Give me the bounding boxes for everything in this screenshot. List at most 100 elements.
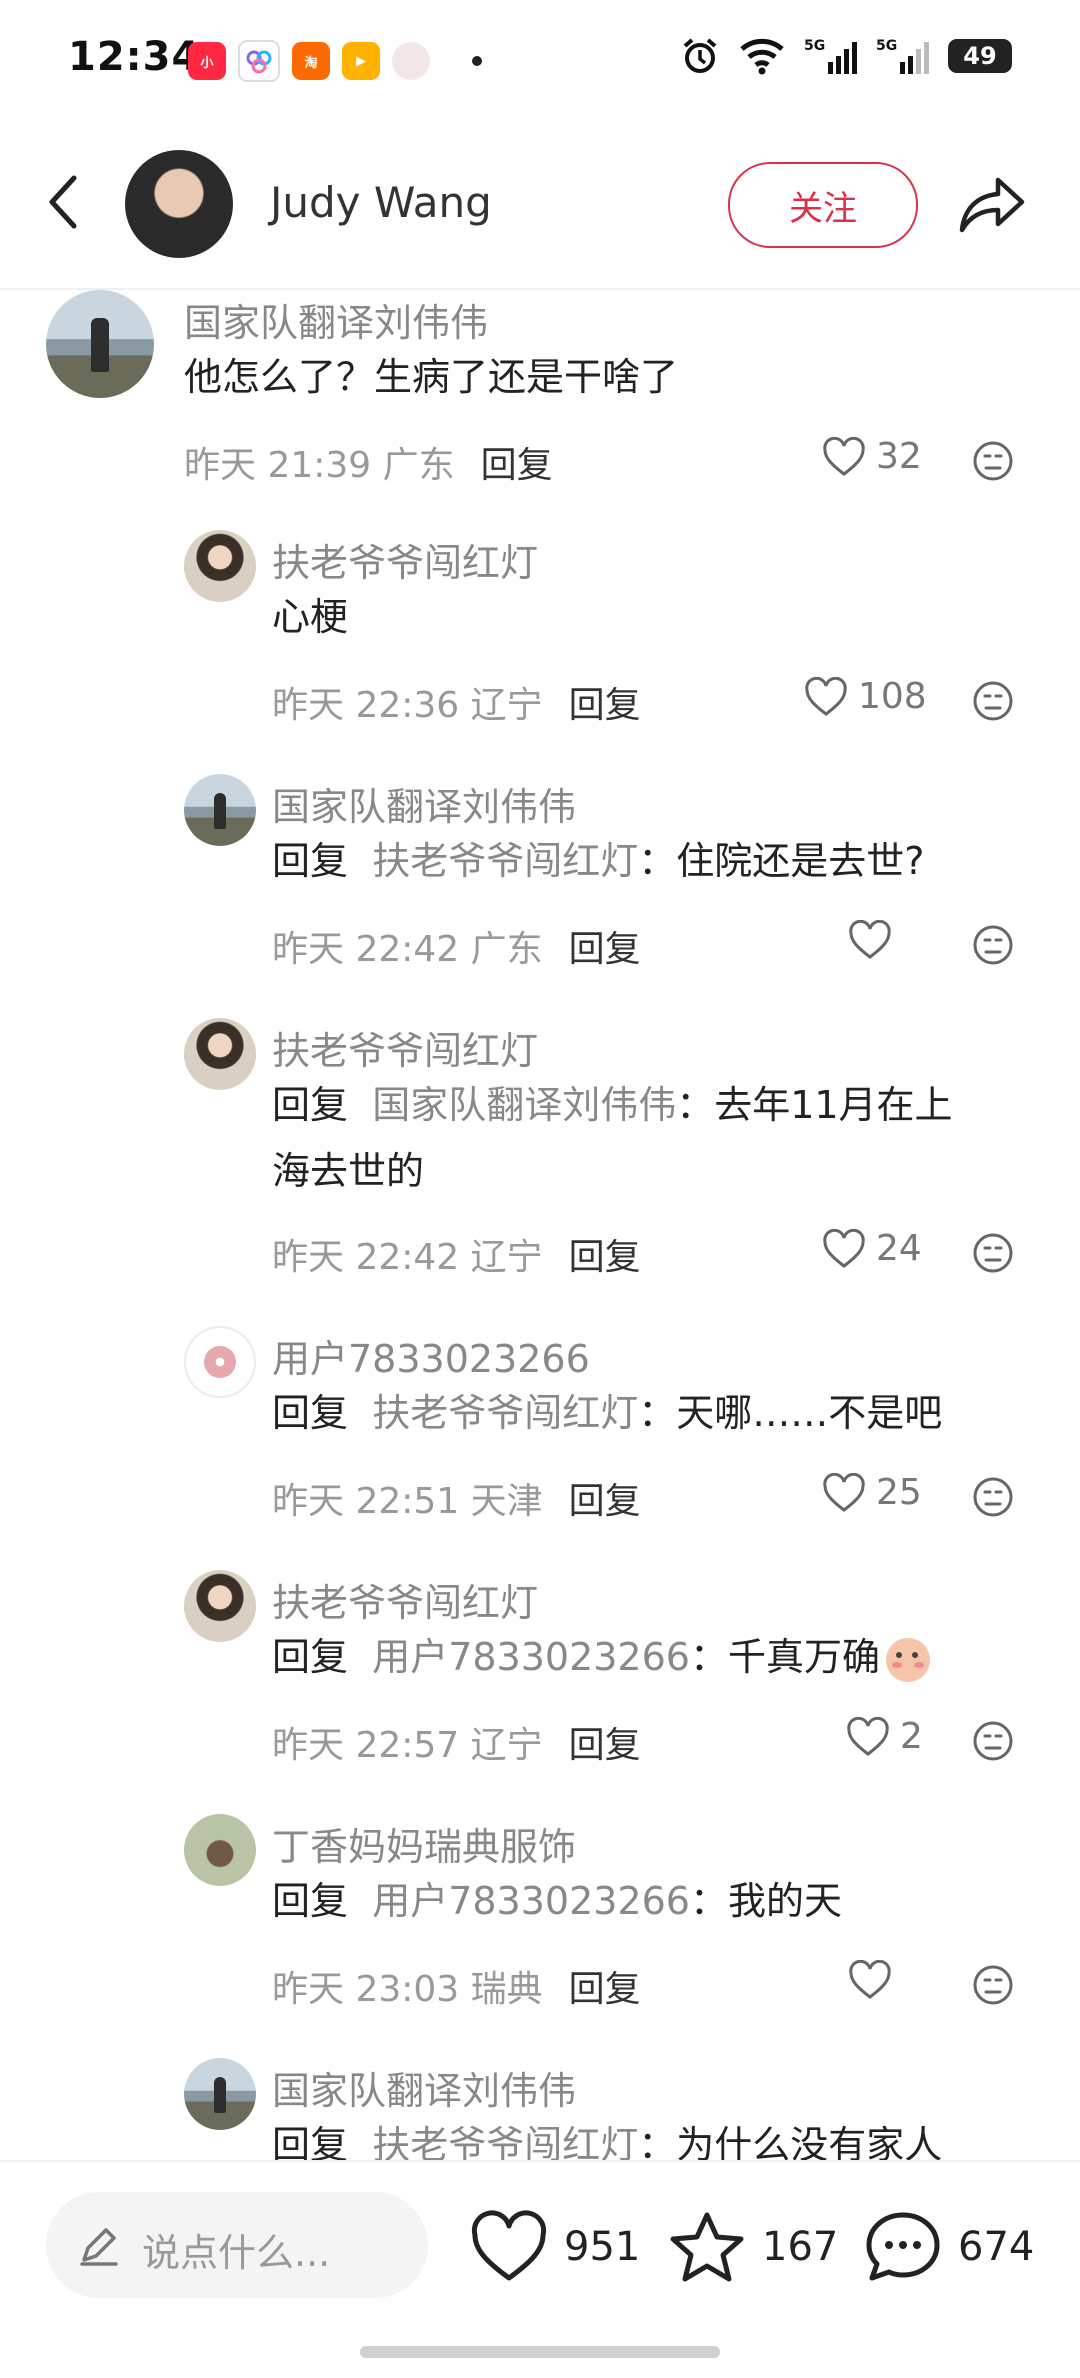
author-name[interactable]: Judy Wang [270,178,492,227]
heart-icon [849,920,891,959]
like-button[interactable]: 32 [822,436,922,477]
comment-text[interactable]: 回复 扶老爷爷闯红灯：住院还是去世? [272,828,924,894]
commenter-avatar[interactable] [184,1570,256,1642]
follow-button[interactable]: 关注 [728,162,918,248]
reply-target[interactable]: 扶老爷爷闯红灯 [372,1391,638,1435]
collect-button[interactable]: 167 [668,2210,838,2284]
comment-text[interactable]: 回复 用户7833023266：千真万确 [272,1624,930,1690]
comment-location: 辽宁 [470,685,543,726]
dislike-face-icon[interactable] [972,1476,1014,1518]
like-button[interactable]: 24 [822,1228,922,1269]
commenter-nickname[interactable]: 扶老爷爷闯红灯 [272,532,538,587]
commenter-nickname[interactable]: 扶老爷爷闯红灯 [272,1020,538,1075]
reply-button[interactable]: 回复 [569,1725,641,1766]
pen-icon [80,2228,118,2266]
like-count: 24 [876,1228,922,1269]
like-button[interactable]: 2 [846,1716,923,1757]
dislike-face-icon[interactable] [972,1232,1014,1274]
heart-icon [471,2210,547,2281]
reply-target[interactable]: 用户7833023266 [372,1879,690,1923]
comment-input-placeholder: 说点什么... [142,2231,331,2275]
author-avatar[interactable] [125,150,233,258]
commenter-nickname[interactable]: 国家队翻译刘伟伟 [272,776,576,831]
comment-text[interactable]: 他怎么了？生病了还是干啥了 [184,344,678,410]
comment-list: 国家队翻译刘伟伟 他怎么了？生病了还是干啥了 昨天 21:39 广东 回复 32 … [0,290,1080,2160]
heart-icon [823,436,865,476]
dislike-face-icon[interactable] [972,1964,1014,2006]
status-time: 12:34 [68,34,201,80]
comment-location: 天津 [470,1481,543,1522]
xiaohongshu-icon: 小 [188,42,226,80]
like-button[interactable]: 25 [822,1472,922,1513]
home-indicator[interactable] [360,2346,720,2358]
comment-item: 国家队翻译刘伟伟 他怎么了？生病了还是干啥了 昨天 21:39 广东 回复 32 [0,290,1080,486]
comment-text[interactable]: 回复 扶老爷爷闯红灯：天哪……不是吧 [272,1380,942,1446]
reply-button[interactable]: 回复 [481,445,553,486]
like-button[interactable]: 108 [804,676,927,717]
dislike-face-icon[interactable] [972,924,1014,966]
commenter-nickname[interactable]: 扶老爷爷闯红灯 [272,1572,538,1627]
commenter-avatar[interactable] [184,1018,256,1090]
signal-5g-icon-2: 5G [876,38,929,74]
commenter-avatar[interactable] [184,1814,256,1886]
comment-text[interactable]: 心梗 [272,584,348,650]
battery-icon: 49 [948,39,1012,73]
reply-button[interactable]: 回复 [569,1969,641,2010]
reply-keyword: 回复 [272,1083,349,1127]
comment-body: 心梗 [272,595,349,639]
like-post-button[interactable]: 951 [470,2210,640,2284]
dislike-face-icon[interactable] [972,1720,1014,1762]
back-arrow-icon[interactable] [40,170,88,234]
commenter-nickname[interactable]: 国家队翻译刘伟伟 [184,292,488,347]
commenter-avatar[interactable] [184,1326,256,1398]
dislike-face-icon[interactable] [972,680,1014,722]
comment-text[interactable]: 回复 扶老爷爷闯红灯：为什么没有家人 [272,2112,942,2160]
share-icon[interactable] [958,174,1028,236]
comment-time: 昨天 22:42 [272,1237,460,1278]
like-count: 25 [876,1472,922,1513]
status-bar: 12:34 小 淘 ▶ 5G 5G 49 [0,0,1080,120]
like-button[interactable] [848,920,902,960]
comment-body: ：为什么没有家人 [638,2123,943,2160]
commenter-nickname[interactable]: 丁香妈妈瑞典服饰 [272,1816,576,1871]
reply-item: 国家队翻译刘伟伟 回复 扶老爷爷闯红灯：为什么没有家人 [0,2058,1080,2160]
comment-text[interactable]: 回复 国家队翻译刘伟伟：去年11月在上 海去世的 [272,1072,953,1204]
commenter-avatar[interactable] [184,774,256,846]
reply-target[interactable]: 扶老爷爷闯红灯 [372,839,638,883]
reply-item: 扶老爷爷闯红灯 回复 用户7833023266：千真万确 昨天 22:57 辽宁… [0,1570,1080,1766]
heart-icon [823,1472,865,1512]
comment-input[interactable]: 说点什么... [46,2192,428,2298]
reply-button[interactable]: 回复 [569,685,641,726]
comment-count-button[interactable]: 674 [864,2210,1034,2284]
reply-target[interactable]: 用户7833023266 [372,1635,690,1679]
taobao-icon: 淘 [292,42,330,80]
comment-time: 昨天 22:57 [272,1725,460,1766]
commenter-nickname[interactable]: 国家队翻译刘伟伟 [272,2060,576,2115]
commenter-avatar[interactable] [184,2058,256,2130]
post-header: Judy Wang 关注 [0,120,1080,290]
comment-body: ：住院还是去世? [638,839,925,883]
commenter-nickname[interactable]: 用户7833023266 [272,1328,590,1383]
reply-button[interactable]: 回复 [569,929,641,970]
comment-meta: 昨天 22:51 天津 回复 [272,1472,641,1524]
alarm-icon [683,38,717,73]
dislike-face-icon[interactable] [972,440,1014,482]
reply-button[interactable]: 回复 [569,1237,641,1278]
reply-target[interactable]: 国家队翻译刘伟伟 [372,1083,676,1127]
star-icon [670,2212,744,2282]
commenter-avatar[interactable] [46,290,154,398]
reply-keyword: 回复 [272,1391,349,1435]
comment-meta: 昨天 22:36 辽宁 回复 [272,676,641,728]
reply-button[interactable]: 回复 [569,1481,641,1522]
heart-icon [847,1716,889,1756]
like-button[interactable] [848,1960,902,2000]
comment-location: 广东 [470,929,543,970]
commenter-avatar[interactable] [184,530,256,602]
notification-icons: 小 淘 ▶ [188,40,482,82]
reply-item: 用户7833023266 回复 扶老爷爷闯红灯：天哪……不是吧 昨天 22:51… [0,1326,1080,1522]
wifi-icon [740,38,784,75]
like-count: 108 [858,676,927,717]
reply-target[interactable]: 扶老爷爷闯红灯 [372,2123,638,2160]
comment-body: ：千真万确 [689,1635,880,1679]
comment-text[interactable]: 回复 用户7833023266：我的天 [272,1868,842,1934]
